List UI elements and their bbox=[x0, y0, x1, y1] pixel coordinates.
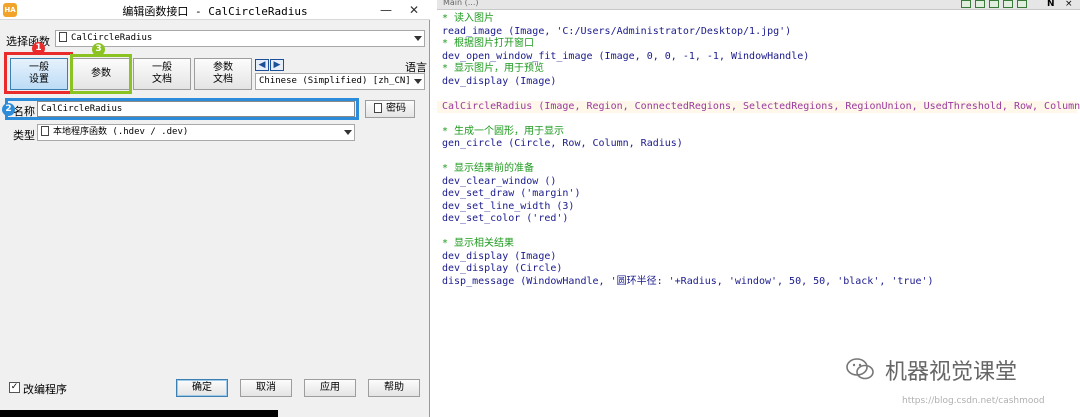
code-line[interactable]: dev_set_color ('red') bbox=[442, 213, 1077, 226]
code-line[interactable]: dev_display (Circle) bbox=[442, 263, 1077, 276]
procedure-name-input[interactable]: CalCircleRadius bbox=[37, 101, 355, 117]
background-strip bbox=[0, 410, 278, 417]
close-icon[interactable]: ✕ bbox=[400, 0, 428, 20]
code-line[interactable]: dev_display (Image) bbox=[442, 251, 1077, 264]
edit-program-checkbox[interactable]: ✓ bbox=[9, 382, 20, 393]
code-comment-line[interactable]: * 显示图片，用于预览 bbox=[442, 63, 1077, 76]
dialog-title: 编辑函数接口 - CalCircleRadius bbox=[122, 5, 308, 18]
close-icon[interactable]: × bbox=[1065, 0, 1073, 9]
tab-general-settings-line1: 一般 bbox=[29, 62, 49, 73]
badge-3: 3 bbox=[92, 43, 105, 56]
editor-toolbar: Main (...) N × bbox=[437, 0, 1080, 10]
tab-general-settings-line2: 设置 bbox=[29, 74, 49, 85]
tab-general-docs-line1: 一般 bbox=[152, 62, 172, 73]
code-blank-line[interactable] bbox=[442, 151, 1077, 164]
code-blank-line[interactable] bbox=[442, 88, 1077, 101]
tab-parameter-docs[interactable]: 参数 文档 bbox=[194, 58, 252, 90]
editor-tab[interactable]: Main (...) bbox=[437, 0, 557, 8]
toolbar-icon-5[interactable] bbox=[1017, 0, 1027, 8]
code-line[interactable]: dev_set_line_width (3) bbox=[442, 201, 1077, 214]
code-blank-line[interactable] bbox=[442, 226, 1077, 239]
file-icon bbox=[59, 32, 67, 42]
code-line[interactable]: read_image (Image, 'C:/Users/Administrat… bbox=[442, 26, 1077, 39]
code-line[interactable]: gen_circle (Circle, Row, Column, Radius) bbox=[442, 138, 1077, 151]
type-combo[interactable]: 本地程序函数 (.hdev / .dev) bbox=[37, 124, 355, 141]
toolbar-icon-3[interactable] bbox=[989, 0, 999, 8]
dialog-titlebar: HA 编辑函数接口 - CalCircleRadius — ✕ bbox=[0, 0, 430, 20]
chevron-down-icon bbox=[344, 130, 352, 135]
toolbar-icon-2[interactable] bbox=[975, 0, 985, 8]
toolbar-icon-4[interactable] bbox=[1003, 0, 1013, 8]
edit-program-label: 改编程序 bbox=[23, 383, 67, 396]
code-line[interactable]: CalCircleRadius (Image, Region, Connecte… bbox=[437, 100, 1080, 113]
minimize-icon[interactable]: — bbox=[372, 0, 400, 20]
name-label: 名称 bbox=[13, 105, 35, 118]
toolbar-icon-1[interactable] bbox=[961, 0, 971, 8]
code-line[interactable]: disp_message (WindowHandle, '圆环半径: '+Rad… bbox=[442, 276, 1077, 289]
document-icon bbox=[374, 103, 382, 113]
edit-procedure-interface-dialog: HA 编辑函数接口 - CalCircleRadius — ✕ 选择函数 Cal… bbox=[0, 0, 430, 417]
apply-button[interactable]: 应用 bbox=[304, 379, 356, 397]
chevron-down-icon bbox=[414, 79, 422, 84]
tab-general-docs[interactable]: 一般 文档 bbox=[133, 58, 191, 90]
code-comment-line[interactable]: * 生成一个圆形，用于显示 bbox=[442, 126, 1077, 139]
code-comment-line[interactable]: * 读入图片 bbox=[442, 13, 1077, 26]
password-button[interactable]: 密码 bbox=[365, 100, 415, 118]
code-comment-line[interactable]: * 显示相关结果 bbox=[442, 238, 1077, 251]
code-area[interactable]: * 读入图片 read_image (Image, 'C:/Users/Admin… bbox=[437, 13, 1080, 289]
password-button-label: 密码 bbox=[386, 103, 406, 114]
badge-2: 2 bbox=[2, 103, 15, 116]
arrow-left-icon[interactable]: ◀ bbox=[255, 59, 269, 71]
language-value: Chinese (Simplified) [zh_CN] bbox=[259, 76, 411, 86]
chevron-down-icon bbox=[414, 36, 422, 41]
type-label: 类型 bbox=[13, 129, 35, 142]
arrow-right-icon[interactable]: ▶ bbox=[270, 59, 284, 71]
select-procedure-value: CalCircleRadius bbox=[71, 33, 153, 43]
badge-1: 1 bbox=[32, 42, 45, 55]
code-line[interactable]: dev_set_draw ('margin') bbox=[442, 188, 1077, 201]
cancel-button[interactable]: 取消 bbox=[240, 379, 292, 397]
type-value: 本地程序函数 (.hdev / .dev) bbox=[53, 127, 189, 137]
tab-parameter-docs-line2: 文档 bbox=[213, 74, 233, 85]
code-line[interactable]: dev_open_window_fit_image (Image, 0, 0, … bbox=[442, 51, 1077, 64]
tab-parameters-label: 参数 bbox=[91, 68, 111, 79]
watermark-url: https://blog.csdn.net/cashmood bbox=[902, 396, 1045, 406]
toolbar-n-label: N bbox=[1047, 0, 1055, 9]
watermark-text: 机器视觉课堂 bbox=[885, 360, 1018, 385]
select-procedure-combo[interactable]: CalCircleRadius bbox=[55, 30, 425, 47]
file-icon bbox=[41, 126, 49, 136]
code-comment-line[interactable]: * 显示结果前的准备 bbox=[442, 163, 1077, 176]
help-button[interactable]: 帮助 bbox=[368, 379, 420, 397]
language-combo[interactable]: Chinese (Simplified) [zh_CN] bbox=[255, 73, 425, 90]
code-line[interactable]: dev_display (Image) bbox=[442, 76, 1077, 89]
tab-general-docs-line2: 文档 bbox=[152, 74, 172, 85]
tab-general-settings[interactable]: 一般 设置 bbox=[10, 58, 68, 90]
tab-parameter-docs-line1: 参数 bbox=[213, 62, 233, 73]
code-comment-line[interactable]: * 根据图片打开窗口 bbox=[442, 38, 1077, 51]
code-line[interactable]: dev_clear_window () bbox=[442, 176, 1077, 189]
code-blank-line[interactable] bbox=[442, 113, 1077, 126]
ok-button[interactable]: 确定 bbox=[176, 379, 228, 397]
wechat-icon bbox=[846, 358, 874, 380]
tab-parameters[interactable]: 参数 bbox=[72, 58, 130, 90]
